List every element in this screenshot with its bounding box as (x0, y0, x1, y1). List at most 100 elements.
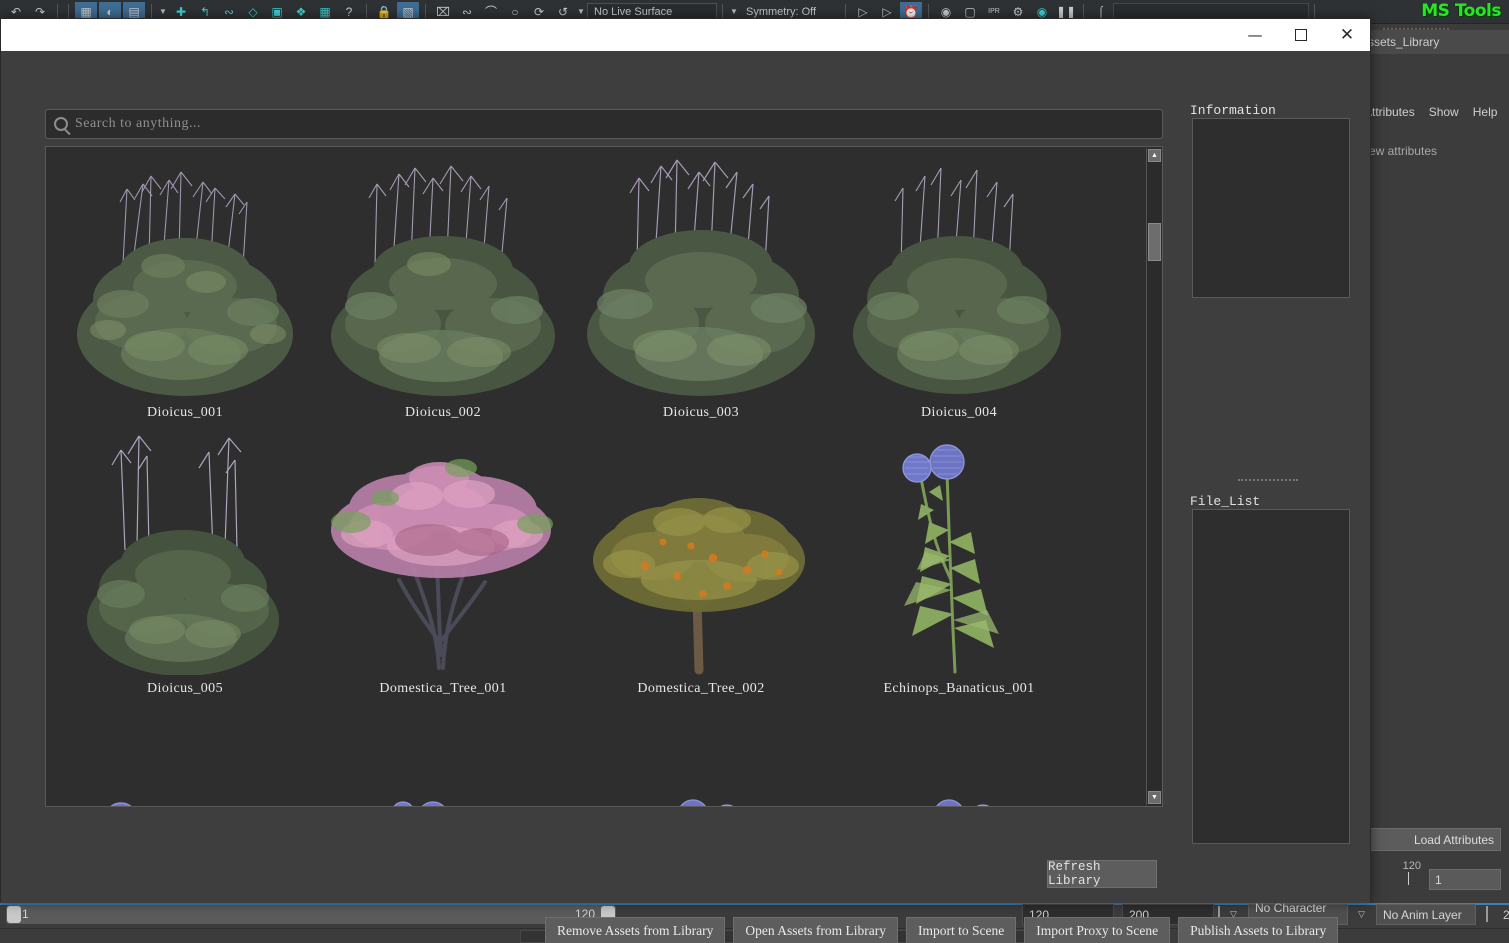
asset-thumbnail[interactable] (63, 430, 307, 675)
asset-cell[interactable] (830, 702, 1088, 806)
asset-grid-scrollbar[interactable]: ▲ ▼ (1146, 148, 1161, 805)
range-slider[interactable] (6, 905, 616, 924)
mstools-logo: MS Tools (1421, 1, 1501, 21)
chevron-down-icon[interactable]: ▽ (1358, 909, 1365, 920)
asset-cell[interactable]: Dioicus_001 (56, 150, 314, 426)
channel-box-note: ew attributes (1368, 144, 1437, 158)
asset-cell[interactable]: Dioicus_002 (314, 150, 572, 426)
library-action-buttons: Remove Assets from Library Open Assets f… (545, 917, 1339, 943)
minimize-button[interactable]: — (1232, 19, 1278, 51)
echinops-3head-icon (680, 799, 734, 806)
asset-thumbnail[interactable] (63, 154, 307, 399)
maximize-button[interactable] (1278, 19, 1324, 51)
asset-grid-scroll-area[interactable]: Dioicus_001 Dioicus_002 Dioicus_003 Dioi… (46, 147, 1146, 806)
asset-cell[interactable]: Dioicus_004 (830, 150, 1088, 426)
refresh-library-button[interactable]: Refresh Library (1047, 860, 1157, 888)
file-list-panel-title: File_List (1190, 494, 1261, 509)
asset-cell[interactable]: Domestica_Tree_001 (314, 426, 572, 702)
asset-cell[interactable]: Dioicus_003 (572, 150, 830, 426)
symmetry-label: Symmetry: Off (746, 5, 817, 18)
shrub-purple-plume-icon (853, 167, 1061, 394)
import-to-scene-label: Import to Scene (917, 923, 1005, 938)
asset-thumbnail[interactable] (321, 706, 565, 806)
fruit-tree-icon (593, 498, 805, 675)
publish-assets-label: Publish Assets to Library (1190, 923, 1327, 938)
asset-label: Dioicus_005 (147, 681, 223, 696)
echinops-4head-icon (393, 801, 445, 806)
scroll-down-button[interactable]: ▼ (1148, 791, 1161, 804)
pink-blossom-tree-icon (331, 459, 553, 670)
asset-cell[interactable] (314, 702, 572, 806)
far-value: 2 (1503, 907, 1509, 922)
asset-thumbnail[interactable] (837, 154, 1081, 399)
asset-cell[interactable]: Dioicus_005 (56, 426, 314, 702)
assets-library-dialog: — ✕ Search to anything... Dioicus_001 Di… (0, 18, 1371, 943)
echinops-3head-b-icon (936, 799, 990, 806)
echinops-1head-icon (110, 802, 132, 806)
maximize-icon (1295, 29, 1307, 41)
far-value-field: 2 (1497, 904, 1509, 925)
asset-cell[interactable] (56, 702, 314, 806)
asset-thumbnail[interactable] (63, 706, 307, 806)
asset-label: Dioicus_003 (663, 405, 739, 420)
asset-grid: Dioicus_001 Dioicus_002 Dioicus_003 Dioi… (46, 147, 1146, 806)
import-proxy-label: Import Proxy to Scene (1036, 923, 1159, 938)
anim-layer-label: No Anim Layer (1383, 907, 1462, 922)
information-panel-box[interactable] (1192, 118, 1350, 298)
asset-label: Dioicus_002 (405, 405, 481, 420)
range-handle-start[interactable] (7, 906, 21, 923)
asset-cell[interactable] (572, 702, 830, 806)
open-assets-label: Open Assets from Library (745, 923, 886, 938)
asset-label: Echinops_Banaticus_001 (883, 681, 1035, 696)
asset-thumbnail[interactable] (579, 706, 823, 806)
close-button[interactable]: ✕ (1324, 19, 1370, 51)
asset-thumbnail[interactable] (579, 154, 823, 399)
information-panel-title: Information (1190, 103, 1276, 118)
echinops-2head-icon (902, 444, 999, 674)
dialog-title-bar[interactable]: — ✕ (1, 19, 1370, 51)
anim-layer-tick-divider (1486, 906, 1488, 922)
menu-show[interactable]: Show (1429, 105, 1459, 119)
remove-assets-label: Remove Assets from Library (557, 923, 714, 938)
scroll-up-button[interactable]: ▲ (1148, 149, 1161, 162)
asset-thumbnail[interactable] (837, 430, 1081, 675)
import-to-scene-button[interactable]: Import to Scene (905, 917, 1017, 943)
timeline-tick-mark (1408, 872, 1409, 885)
open-assets-button[interactable]: Open Assets from Library (733, 917, 898, 943)
file-list-panel-box[interactable] (1192, 509, 1350, 844)
import-proxy-button[interactable]: Import Proxy to Scene (1024, 917, 1171, 943)
asset-cell[interactable]: Domestica_Tree_002 (572, 426, 830, 702)
asset-label: Dioicus_004 (921, 405, 997, 420)
asset-label: Domestica_Tree_001 (379, 681, 507, 696)
search-input[interactable]: Search to anything... (45, 109, 1163, 139)
shrub-purple-plume-icon (331, 165, 555, 396)
scrollbar-thumb[interactable] (1148, 223, 1161, 261)
dialog-body: Search to anything... Dioicus_001 Dioicu… (1, 51, 1370, 943)
menu-attributes[interactable]: Attributes (1364, 105, 1415, 119)
screen-root: ↶ ↷ ▦ ◐ ▤ ▼ ✚ ↰ ∾ ◇ ▣ ❖ ▦ ? 🔒 ▧ ⌧ ∾ ⌒ ○ … (0, 0, 1509, 943)
asset-thumbnail[interactable] (837, 706, 1081, 806)
remove-assets-button[interactable]: Remove Assets from Library (545, 917, 726, 943)
refresh-library-label: Refresh Library (1048, 860, 1101, 888)
load-attributes-label: Load Attributes (1413, 832, 1494, 847)
shrub-purple-plume-tall-icon (87, 435, 279, 675)
asset-cell[interactable]: Echinops_Banaticus_001 (830, 426, 1088, 702)
channel-box-menubar: Attributes Show Help (1364, 100, 1509, 124)
menu-help[interactable]: Help (1473, 105, 1498, 119)
channel-box-tab-label: ssets_Library (1368, 35, 1440, 49)
asset-thumbnail[interactable] (321, 430, 565, 675)
publish-assets-button[interactable]: Publish Assets to Library (1178, 917, 1339, 943)
asset-thumbnail[interactable] (579, 430, 823, 675)
load-attributes-button[interactable]: Load Attributes (1366, 828, 1501, 851)
current-frame-field[interactable]: 1 (1429, 869, 1501, 890)
search-icon (54, 117, 68, 131)
shrub-purple-plume-icon (77, 171, 293, 396)
anim-layer-dropdown[interactable]: No Anim Layer (1376, 904, 1476, 925)
asset-thumbnail[interactable] (321, 154, 565, 399)
asset-label: Dioicus_001 (147, 405, 223, 420)
shrub-purple-plume-icon (587, 159, 815, 396)
file-list-drag-handle[interactable] (1238, 479, 1298, 482)
live-surface-label: No Live Surface (594, 5, 673, 18)
channel-box-tab[interactable]: ssets_Library (1364, 30, 1509, 54)
current-frame-value: 1 (1435, 872, 1442, 887)
